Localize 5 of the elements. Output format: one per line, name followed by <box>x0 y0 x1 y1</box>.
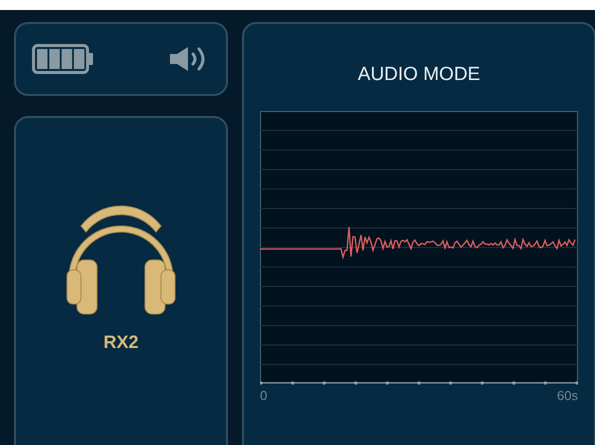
axis-label: 0 <box>260 388 268 403</box>
axis-label: 60s <box>557 388 578 403</box>
mode-title: AUDIO MODE <box>358 64 480 86</box>
battery-icon <box>32 44 94 74</box>
device-name: RX2 <box>103 332 138 353</box>
